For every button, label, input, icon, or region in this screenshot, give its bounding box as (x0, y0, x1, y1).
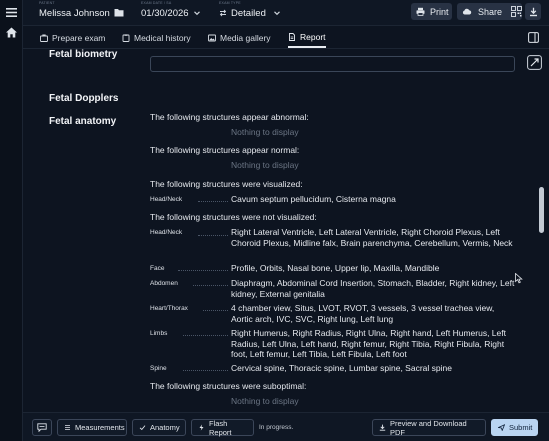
patient-label: PATIENT (39, 1, 55, 5)
download-icon (379, 424, 386, 431)
share-button[interactable]: Share (457, 3, 522, 20)
download-button[interactable] (525, 3, 541, 20)
send-icon (498, 424, 505, 431)
scrollbar-thumb[interactable] (539, 187, 544, 233)
chat-button[interactable] (32, 419, 52, 436)
measurements-label: Measurements (75, 423, 125, 432)
document-icon (289, 32, 295, 41)
folder-icon[interactable] (114, 8, 124, 17)
submit-button[interactable]: Submit (491, 419, 538, 436)
region-label: Limbs (150, 330, 168, 337)
printer-icon (416, 7, 425, 16)
structure-list: 4 chamber view, Situs, LVOT, RVOT, 3 ves… (231, 303, 495, 324)
structure-list: Profile, Orbits, Nasal bone, Upper lip, … (231, 263, 440, 273)
region-label: Head/Neck (150, 229, 183, 236)
menu-icon[interactable] (5, 6, 18, 19)
print-button[interactable]: Print (411, 3, 452, 20)
tab-label: Medical history (134, 32, 191, 43)
dotted-leader (203, 310, 228, 311)
flash-report-label: Flash Report (209, 418, 232, 437)
exam-date-label: EXAM DATE / SA (141, 1, 172, 5)
qr-code-icon (511, 6, 522, 17)
cloud-icon (462, 8, 472, 15)
submit-label: Submit (509, 423, 533, 432)
patient-name[interactable]: Melissa Johnson (39, 8, 110, 19)
tab-prepare-exam[interactable]: Prepare exam (40, 27, 105, 48)
suboptimal-heading: The following structures were suboptimal… (150, 381, 307, 391)
visualized-heading: The following structures were visualized… (150, 179, 303, 189)
lightning-icon (199, 424, 204, 431)
dotted-leader (193, 285, 228, 286)
region-label: Face (150, 265, 165, 272)
list-icon (65, 425, 70, 430)
dotted-leader (183, 370, 228, 371)
flash-report-button[interactable]: Flash Report (191, 418, 254, 437)
tab-label: Prepare exam (52, 32, 106, 43)
normal-empty: Nothing to display (231, 160, 299, 170)
structure-list: Diaphragm, Abdominal Cord Insertion, Sto… (231, 278, 515, 299)
print-label: Print (430, 6, 449, 17)
share-label: Share (478, 6, 503, 17)
clipboard-icon (122, 33, 130, 42)
fetal-anatomy-heading: Fetal anatomy (49, 116, 117, 127)
fetal-dopplers-heading: Fetal Dopplers (49, 93, 119, 104)
exam-type-label: EXAM TYPE (219, 1, 241, 5)
measurements-button[interactable]: Measurements (57, 419, 127, 436)
structure-list: Right Lateral Ventricle, Left Lateral Ve… (231, 227, 513, 248)
status-text: In progress. (259, 424, 294, 431)
tab-label: Media gallery (220, 32, 271, 43)
structure-list: Cervical spine, Thoracic spine, Lumbar s… (231, 363, 452, 373)
anatomy-button[interactable]: Anatomy (132, 419, 186, 436)
anatomy-label: Anatomy (150, 423, 180, 432)
region-label: Heart/Thorax (150, 305, 188, 312)
preview-label: Preview and Download PDF (390, 418, 467, 437)
bottom-bar: Measurements Anatomy Flash Report In pro… (23, 412, 549, 441)
region-label: Spine (150, 365, 167, 372)
region-label: Abdomen (150, 280, 178, 287)
tab-media-gallery[interactable]: Media gallery (208, 27, 271, 48)
tab-label: Report (300, 31, 326, 42)
not-visualized-heading: The following structures were not visual… (150, 212, 317, 222)
abnormal-heading: The following structures appear abnormal… (150, 112, 309, 122)
chevron-down-icon[interactable] (193, 9, 201, 17)
structure-list: Cavum septum pellucidum, Cisterna magna (231, 194, 396, 204)
dotted-leader (178, 270, 228, 271)
preview-download-button[interactable]: Preview and Download PDF (372, 418, 486, 437)
panel-toggle-icon[interactable] (528, 32, 539, 43)
dotted-leader (183, 335, 228, 336)
normal-heading: The following structures appear normal: (150, 145, 300, 155)
structure-list: Right Humerus, Right Radius, Right Ulna,… (231, 328, 506, 359)
left-rail (0, 0, 23, 441)
exam-type[interactable]: Detailed (231, 8, 266, 19)
briefcase-icon (40, 34, 48, 42)
tab-bar: Prepare exam Medical history Media galle… (23, 27, 549, 49)
chevron-down-icon[interactable] (273, 9, 281, 17)
chat-icon (37, 423, 47, 432)
region-label: Head/Neck (150, 196, 183, 203)
report-content: Fetal biometry Fetal Dopplers Fetal anat… (23, 49, 549, 412)
check-icon (139, 425, 146, 431)
image-icon (208, 34, 216, 41)
abnormal-empty: Nothing to display (231, 127, 299, 137)
dotted-leader (198, 235, 228, 236)
expand-icon[interactable] (527, 55, 542, 70)
download-icon (529, 7, 537, 16)
fetal-biometry-field[interactable] (150, 56, 515, 72)
suboptimal-empty: Nothing to display (231, 396, 299, 406)
home-icon[interactable] (5, 26, 18, 39)
tab-medical-history[interactable]: Medical history (122, 27, 191, 48)
mouse-cursor-icon (515, 273, 523, 284)
tab-report[interactable]: Report (288, 27, 326, 48)
fetal-biometry-heading: Fetal biometry (49, 49, 118, 60)
dotted-leader (198, 201, 228, 202)
arrows-icon (219, 9, 227, 17)
exam-date[interactable]: 01/30/2026 (141, 8, 189, 19)
top-bar: PATIENT Melissa Johnson EXAM DATE / SA 0… (23, 0, 549, 26)
